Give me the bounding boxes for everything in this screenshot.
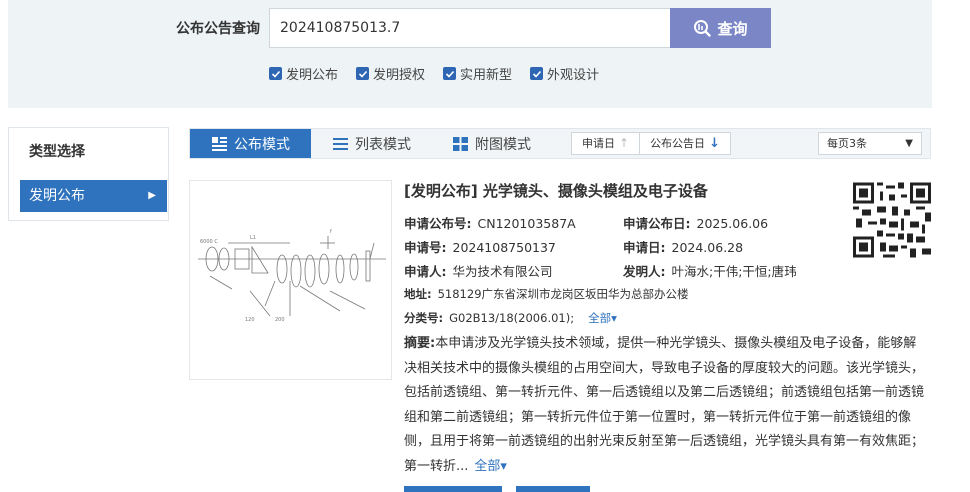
- checkbox-checked-icon[interactable]: [356, 67, 370, 80]
- detail-button[interactable]: [404, 486, 502, 492]
- classification-expand-link[interactable]: 全部▾: [588, 311, 617, 325]
- checkbox-checked-icon[interactable]: [269, 67, 282, 80]
- field-label: 分类号:: [404, 311, 444, 325]
- svg-text:6000 C: 6000 C: [200, 239, 218, 245]
- applicant-row: 申请人: 华为技术有限公司: [404, 261, 553, 280]
- filter-design[interactable]: 外观设计: [530, 64, 599, 83]
- sidebar-title: 类型选择: [29, 144, 85, 160]
- sort-by-application-date[interactable]: 申请日 ↑: [572, 133, 639, 154]
- chevron-right-icon: ▶: [148, 190, 156, 201]
- arrow-up-icon: ↑: [619, 136, 630, 150]
- sort-by-publication-date[interactable]: 公布公告日 ↓: [639, 133, 730, 154]
- applicant: 华为技术有限公司: [452, 264, 553, 279]
- address-row: 地址: 518129广东省深圳市龙岗区坂田华为总部办公楼: [404, 286, 689, 302]
- per-page-select[interactable]: 每页3条 ▼: [818, 132, 922, 155]
- publication-date-row: 申请公布日: 2025.06.06: [623, 213, 768, 232]
- field-label: 发明人:: [623, 264, 666, 279]
- result-title[interactable]: [发明公布] 光学镜头、摄像头模组及电子设备: [404, 180, 708, 201]
- tab-figure-mode[interactable]: 附图模式: [431, 129, 556, 158]
- list-lines-icon: [212, 136, 227, 151]
- filter-utility-model[interactable]: 实用新型: [443, 64, 512, 83]
- per-page-value: 每页3条: [827, 137, 867, 150]
- classification-row: 分类号: G02B13/18(2006.01); 全部▾: [404, 310, 617, 326]
- sidebar-item-label: 发明公布: [29, 188, 85, 204]
- list-icon: [333, 137, 348, 150]
- address: 518129广东省深圳市龙岗区坂田华为总部办公楼: [437, 287, 689, 301]
- optical-diagram-figure: 6000 C L1 f 200 120: [198, 229, 386, 323]
- sidebar-item-invention-publication[interactable]: 发明公布 ▶: [20, 180, 167, 212]
- arrow-down-icon: ↓: [709, 136, 720, 151]
- abstract-text: 本申请涉及光学镜头技术领域，提供一种光学镜头、摄像头模组及电子设备，能够解决相关…: [404, 336, 925, 474]
- sort-group: 申请日 ↑ 公布公告日 ↓: [571, 132, 731, 155]
- filter-invention-grant[interactable]: 发明授权: [356, 64, 425, 83]
- filter-invention-publication[interactable]: 发明公布: [269, 64, 338, 83]
- application-number: 2024108750137: [452, 240, 556, 255]
- filter-label: 发明授权: [373, 68, 426, 83]
- search-button-label: 查询: [717, 19, 748, 38]
- tab-publication-mode[interactable]: 公布模式: [190, 129, 311, 158]
- download-button[interactable]: [516, 486, 590, 492]
- chevron-down-icon: ▼: [905, 138, 913, 149]
- qr-code-image: [853, 182, 931, 258]
- search-icon: [694, 20, 712, 37]
- type-sidebar: 类型选择 发明公布 ▶: [8, 127, 169, 221]
- svg-text:f: f: [330, 229, 332, 235]
- filter-label: 发明公布: [286, 68, 339, 83]
- inventors: 叶海水;干伟;干恒;唐玮: [671, 264, 797, 279]
- grid-icon: [453, 136, 468, 151]
- field-label: 地址:: [404, 287, 432, 301]
- checkbox-checked-icon[interactable]: [530, 67, 544, 80]
- field-label: 申请公布日:: [623, 216, 691, 231]
- tab-label: 列表模式: [355, 136, 411, 153]
- publication-number-row: 申请公布号: CN120103587A: [404, 213, 576, 232]
- filter-label: 实用新型: [460, 68, 513, 83]
- field-label: 申请公布号:: [404, 216, 472, 231]
- tab-list-mode[interactable]: 列表模式: [311, 129, 431, 158]
- application-number-row: 申请号: 2024108750137: [404, 237, 556, 256]
- abstract-expand-link[interactable]: 全部▾: [474, 459, 507, 474]
- application-date: 2024.06.28: [671, 240, 744, 255]
- sort-label: 申请日: [582, 137, 615, 150]
- search-input[interactable]: 202410875013.7: [269, 8, 671, 48]
- svg-text:200: 200: [275, 317, 285, 323]
- abstract-block: 摘要:本申请涉及光学镜头技术领域，提供一种光学镜头、摄像头模组及电子设备，能够解…: [404, 332, 926, 479]
- publication-number: CN120103587A: [477, 216, 576, 231]
- svg-text:L1: L1: [250, 235, 256, 241]
- tab-label: 附图模式: [475, 136, 531, 153]
- field-label: 摘要:: [404, 336, 436, 351]
- search-label: 公布公告查询: [176, 21, 260, 37]
- application-date-row: 申请日: 2024.06.28: [623, 237, 743, 256]
- classification-number: G02B13/18(2006.01);: [449, 311, 575, 325]
- search-button[interactable]: 查询: [670, 8, 771, 48]
- checkbox-checked-icon[interactable]: [443, 67, 457, 80]
- inventor-row: 发明人: 叶海水;干伟;干恒;唐玮: [623, 261, 797, 280]
- field-label: 申请日:: [623, 240, 666, 255]
- view-mode-toolbar: 公布模式 列表模式 附图模式 申请日 ↑ 公布公告日 ↓ 每页3条 ▼: [189, 128, 931, 159]
- tab-label: 公布模式: [234, 136, 290, 153]
- sort-label: 公布公告日: [650, 137, 706, 150]
- filter-label: 外观设计: [547, 68, 600, 83]
- type-filter-group: 发明公布 发明授权 实用新型 外观设计: [269, 64, 617, 83]
- svg-text:120: 120: [245, 317, 255, 323]
- field-label: 申请人:: [404, 264, 447, 279]
- patent-figure-thumbnail[interactable]: 6000 C L1 f 200 120: [189, 180, 392, 380]
- publication-date: 2025.06.06: [696, 216, 769, 231]
- field-label: 申请号:: [404, 240, 447, 255]
